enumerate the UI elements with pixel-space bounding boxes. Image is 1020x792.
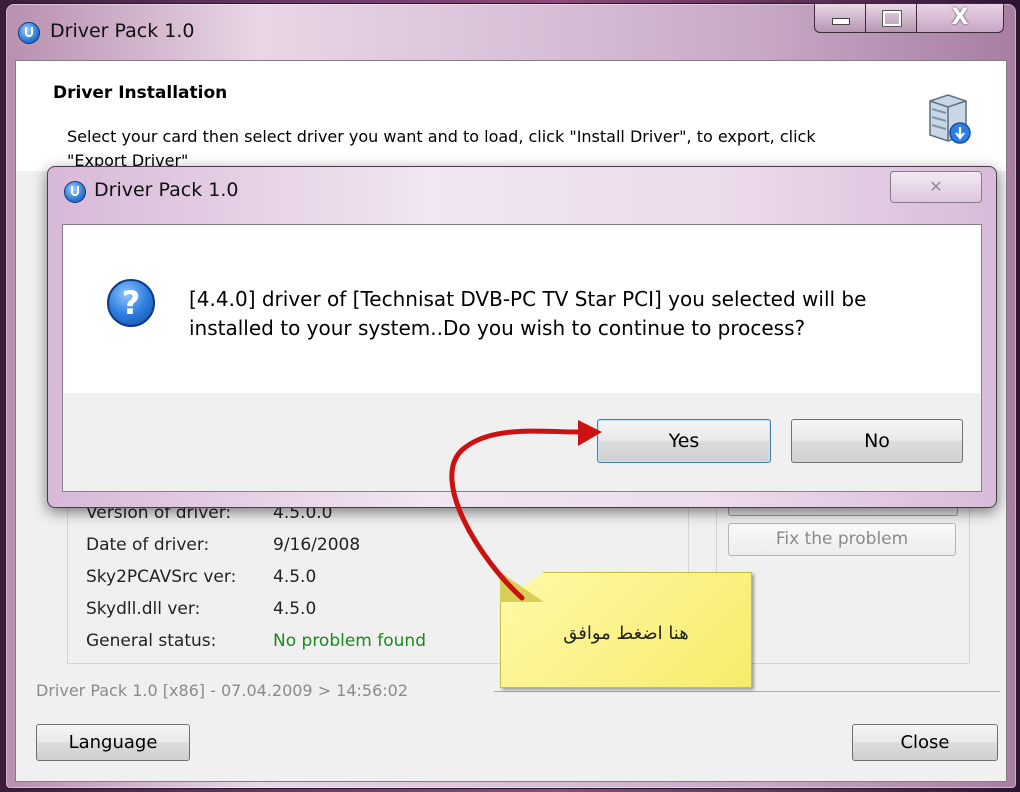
app-icon bbox=[18, 22, 40, 44]
yes-button[interactable]: Yes bbox=[597, 419, 771, 463]
info-value-skydll: 4.5.0 bbox=[273, 599, 317, 619]
window-title: Driver Pack 1.0 bbox=[50, 20, 195, 42]
install-package-icon bbox=[929, 94, 971, 144]
info-value-date: 9/16/2008 bbox=[273, 535, 361, 555]
dialog-title: Driver Pack 1.0 bbox=[94, 179, 239, 201]
info-label-sky2pcavsrc: Sky2PCAVSrc ver: bbox=[86, 567, 237, 587]
info-value-status: No problem found bbox=[273, 631, 426, 651]
annotation-text: هنا اضغط موافق bbox=[563, 623, 689, 644]
info-label-skydll: Skydll.dll ver: bbox=[86, 599, 201, 619]
version-status-line: Driver Pack 1.0 [x86] - 07.04.2009 > 14:… bbox=[36, 681, 409, 700]
header-panel: Driver Installation Select your card the… bbox=[16, 61, 1006, 171]
dialog-message: [4.4.0] driver of [Technisat DVB-PC TV S… bbox=[189, 287, 867, 340]
close-button[interactable]: Close bbox=[852, 724, 998, 761]
dialog-app-icon bbox=[64, 181, 86, 203]
annotation-note: هنا اضغط موافق bbox=[500, 572, 752, 688]
status-divider bbox=[494, 691, 1000, 692]
title-bar[interactable]: Driver Pack 1.0 X bbox=[6, 3, 1016, 58]
fix-problem-button[interactable]: Fix the problem bbox=[728, 523, 956, 556]
info-value-sky2pcavsrc: 4.5.0 bbox=[273, 567, 317, 587]
no-button[interactable]: No bbox=[791, 419, 963, 463]
info-label-status: General status: bbox=[86, 631, 217, 651]
window-close-button[interactable]: X bbox=[916, 3, 1004, 33]
dialog-client-area: ? [4.4.0] driver of [Technisat DVB-PC TV… bbox=[62, 224, 982, 492]
dialog-message-area: ? [4.4.0] driver of [Technisat DVB-PC TV… bbox=[63, 225, 981, 393]
confirm-dialog: Driver Pack 1.0 ✕ ? [4.4.0] driver of [T… bbox=[47, 166, 997, 508]
note-fold bbox=[500, 572, 544, 602]
question-icon: ? bbox=[107, 279, 155, 327]
language-button[interactable]: Language bbox=[36, 724, 190, 761]
info-label-date: Date of driver: bbox=[86, 535, 210, 555]
maximize-button[interactable] bbox=[865, 3, 917, 33]
header-title: Driver Installation bbox=[53, 83, 228, 103]
minimize-button[interactable] bbox=[814, 3, 866, 33]
dialog-close-button[interactable]: ✕ bbox=[890, 171, 982, 203]
